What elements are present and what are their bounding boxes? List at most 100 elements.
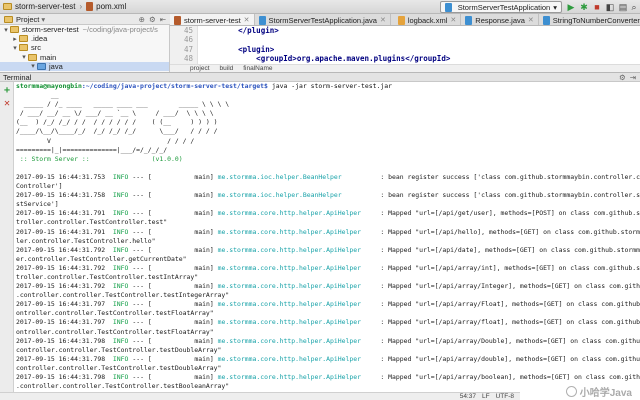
settings-icon[interactable]: ⚙ [619,73,626,82]
log-timestamp: 2017-09-15 16:44:31.792 [16,245,106,254]
log-thread: main] [151,354,214,363]
structure-icon[interactable]: ▤ [618,2,628,12]
log-line-continuation: ontroller.controller.TestController.test… [16,309,214,318]
line-separator[interactable]: LF [482,393,490,400]
ide-window: storm-server-test › pom.xml StormServerT… [0,0,640,400]
tree-item[interactable]: ▾ java [0,61,169,71]
coverage-icon[interactable]: ◧ [605,2,615,12]
log-line-continuation: .controller.controller.TestController.te… [16,382,230,391]
chevron-down-icon[interactable]: ▾ [20,53,28,61]
run-configuration-select[interactable]: StormServerTestApplication ▾ [439,1,562,13]
log-logger: me.stormma.ioc.helper.BeanHelper [213,191,342,200]
log-line-continuation: controller.controller.TestController.tes… [16,345,222,354]
log-message: : bean register success ['class com.gith… [380,191,640,200]
folder-icon [28,53,37,61]
breadcrumb-project[interactable]: storm-server-test [0,0,78,14]
java-file-icon [465,15,473,25]
log-logger: me.stormma.ioc.helper.BeanHelper [213,172,342,181]
tab-label: Response.java [475,15,525,25]
log-line: 2017-09-15 16:44:31.792 INFO --- [ main]… [16,282,640,291]
close-session-icon[interactable]: ✕ [2,99,12,109]
tree-item[interactable]: ▸ .idea [0,34,169,43]
log-line-continuation: ontroller.controller.TestController.test… [16,327,214,336]
log-message: : Mapped "url=[/api/array/Integer], meth… [380,282,640,291]
caret-position[interactable]: 54:37 [460,393,476,400]
log-thread: main] [151,373,214,381]
editor-tab[interactable]: logback.xml ✕ [391,14,462,25]
log-timestamp: 2017-09-15 16:44:31.792 [16,263,106,272]
log-separator: --- [ [128,282,152,291]
debug-icon[interactable]: ✱ [579,2,589,12]
close-icon[interactable]: ✕ [450,16,456,24]
log-timestamp: 2017-09-15 16:44:31.791 [16,227,106,236]
code-line: <plugin> [202,44,275,54]
code-area[interactable]: </plugin> <plugin> <groupId>org.apache.m… [202,26,640,64]
log-level: INFO [112,282,129,291]
banner-line: V / / / / [16,136,195,145]
hide-icon[interactable]: ⇤ [160,15,166,24]
settings-icon[interactable]: ⚙ [149,15,156,24]
banner-line: __ [16,91,214,100]
banner-line: =========|_|==============|___/=/_/_/_/ [16,145,168,154]
file-encoding[interactable]: UTF-8 [496,393,514,400]
log-lines: 2017-09-15 16:44:31.753 INFO --- [ main]… [16,173,640,391]
log-timestamp: 2017-09-15 16:44:31.792 [16,282,106,291]
sync-icon[interactable]: ⊕ [139,15,145,24]
log-timestamp: 2017-09-15 16:44:31.798 [16,373,106,381]
close-icon[interactable]: ✕ [244,16,250,24]
log-separator: --- [ [128,318,152,327]
line-number: 48 [183,54,193,64]
code-editor[interactable]: 45 46 47 48 </plugin> <plugin> <groupId>org… [170,26,640,64]
new-session-icon[interactable]: + [2,86,12,96]
terminal-toolbar: + ✕ [0,82,14,400]
search-icon[interactable]: ⌕ [629,2,639,12]
chevron-down-icon[interactable]: ▾ [29,62,37,70]
xml-breadcrumb-item[interactable]: finalName [243,65,272,72]
line-number-gutter: 45 46 47 48 [170,26,198,64]
breadcrumb-file[interactable]: pom.xml [83,0,129,14]
java-file-icon [542,15,550,25]
log-level: INFO [112,191,129,200]
log-line-continuation: troller.controller.TestController.testIn… [16,272,199,281]
editor-tab[interactable]: StormServerTestApplication.java ✕ [255,14,391,25]
tree-item[interactable]: ▾ src [0,43,169,52]
tree-item[interactable]: ▾ storm-server-test ~/coding/java-project/… [0,25,169,34]
xml-breadcrumb-item[interactable]: build [220,65,234,72]
run-icon[interactable]: ▶ [566,2,576,12]
terminal-title[interactable]: Terminal [3,73,31,82]
stop-icon[interactable]: ■ [592,2,602,12]
tree-item[interactable]: ▾ main [0,53,169,62]
line-number: 47 [183,44,193,54]
banner-line: _____ / /_ ____ _____ ____ ___ _____ \ \… [16,100,230,109]
tab-label: storm-server-test [184,15,241,25]
run-configuration-label: StormServerTestApplication [457,2,551,12]
chevron-down-icon[interactable]: ▾ [11,44,19,52]
log-line-continuation: stService'] [16,200,59,209]
editor-tab[interactable]: Response.java ✕ [461,14,539,25]
line-number: 46 [183,35,193,45]
log-separator: --- [ [128,172,152,181]
project-panel-title[interactable]: Project [16,15,39,24]
chevron-right-icon[interactable]: ▸ [11,35,19,43]
folder-icon [19,35,28,43]
log-level: INFO [112,263,129,272]
log-message: : Mapped "url=[/api/date], methods=[GET]… [380,245,640,254]
chevron-down-icon[interactable]: ▾ [41,15,45,24]
close-icon[interactable]: ✕ [528,16,534,24]
log-level: INFO [112,354,129,363]
close-icon[interactable]: ✕ [380,16,386,24]
tree-item-label: java [49,61,63,71]
log-timestamp: 2017-09-15 16:44:31.798 [16,354,106,363]
log-logger: me.stormma.core.http.helper.ApiHelper [213,282,361,291]
chevron-down-icon[interactable]: ▾ [2,26,10,34]
editor-tab[interactable]: storm-server-test ✕ [170,14,255,25]
log-logger: me.stormma.core.http.helper.ApiHelper [213,354,361,363]
editor-tab[interactable]: StringToNumberConverter.java✕ [539,14,640,25]
log-thread: main] [151,336,214,345]
xml-breadcrumb-item[interactable]: project [190,65,210,72]
log-thread: main] [151,227,214,236]
code-line: </plugin> [202,26,279,35]
terminal-output[interactable]: stormma@mayongbin:~/coding/java-project/… [16,82,640,400]
hide-icon[interactable]: ⇥ [630,73,636,82]
